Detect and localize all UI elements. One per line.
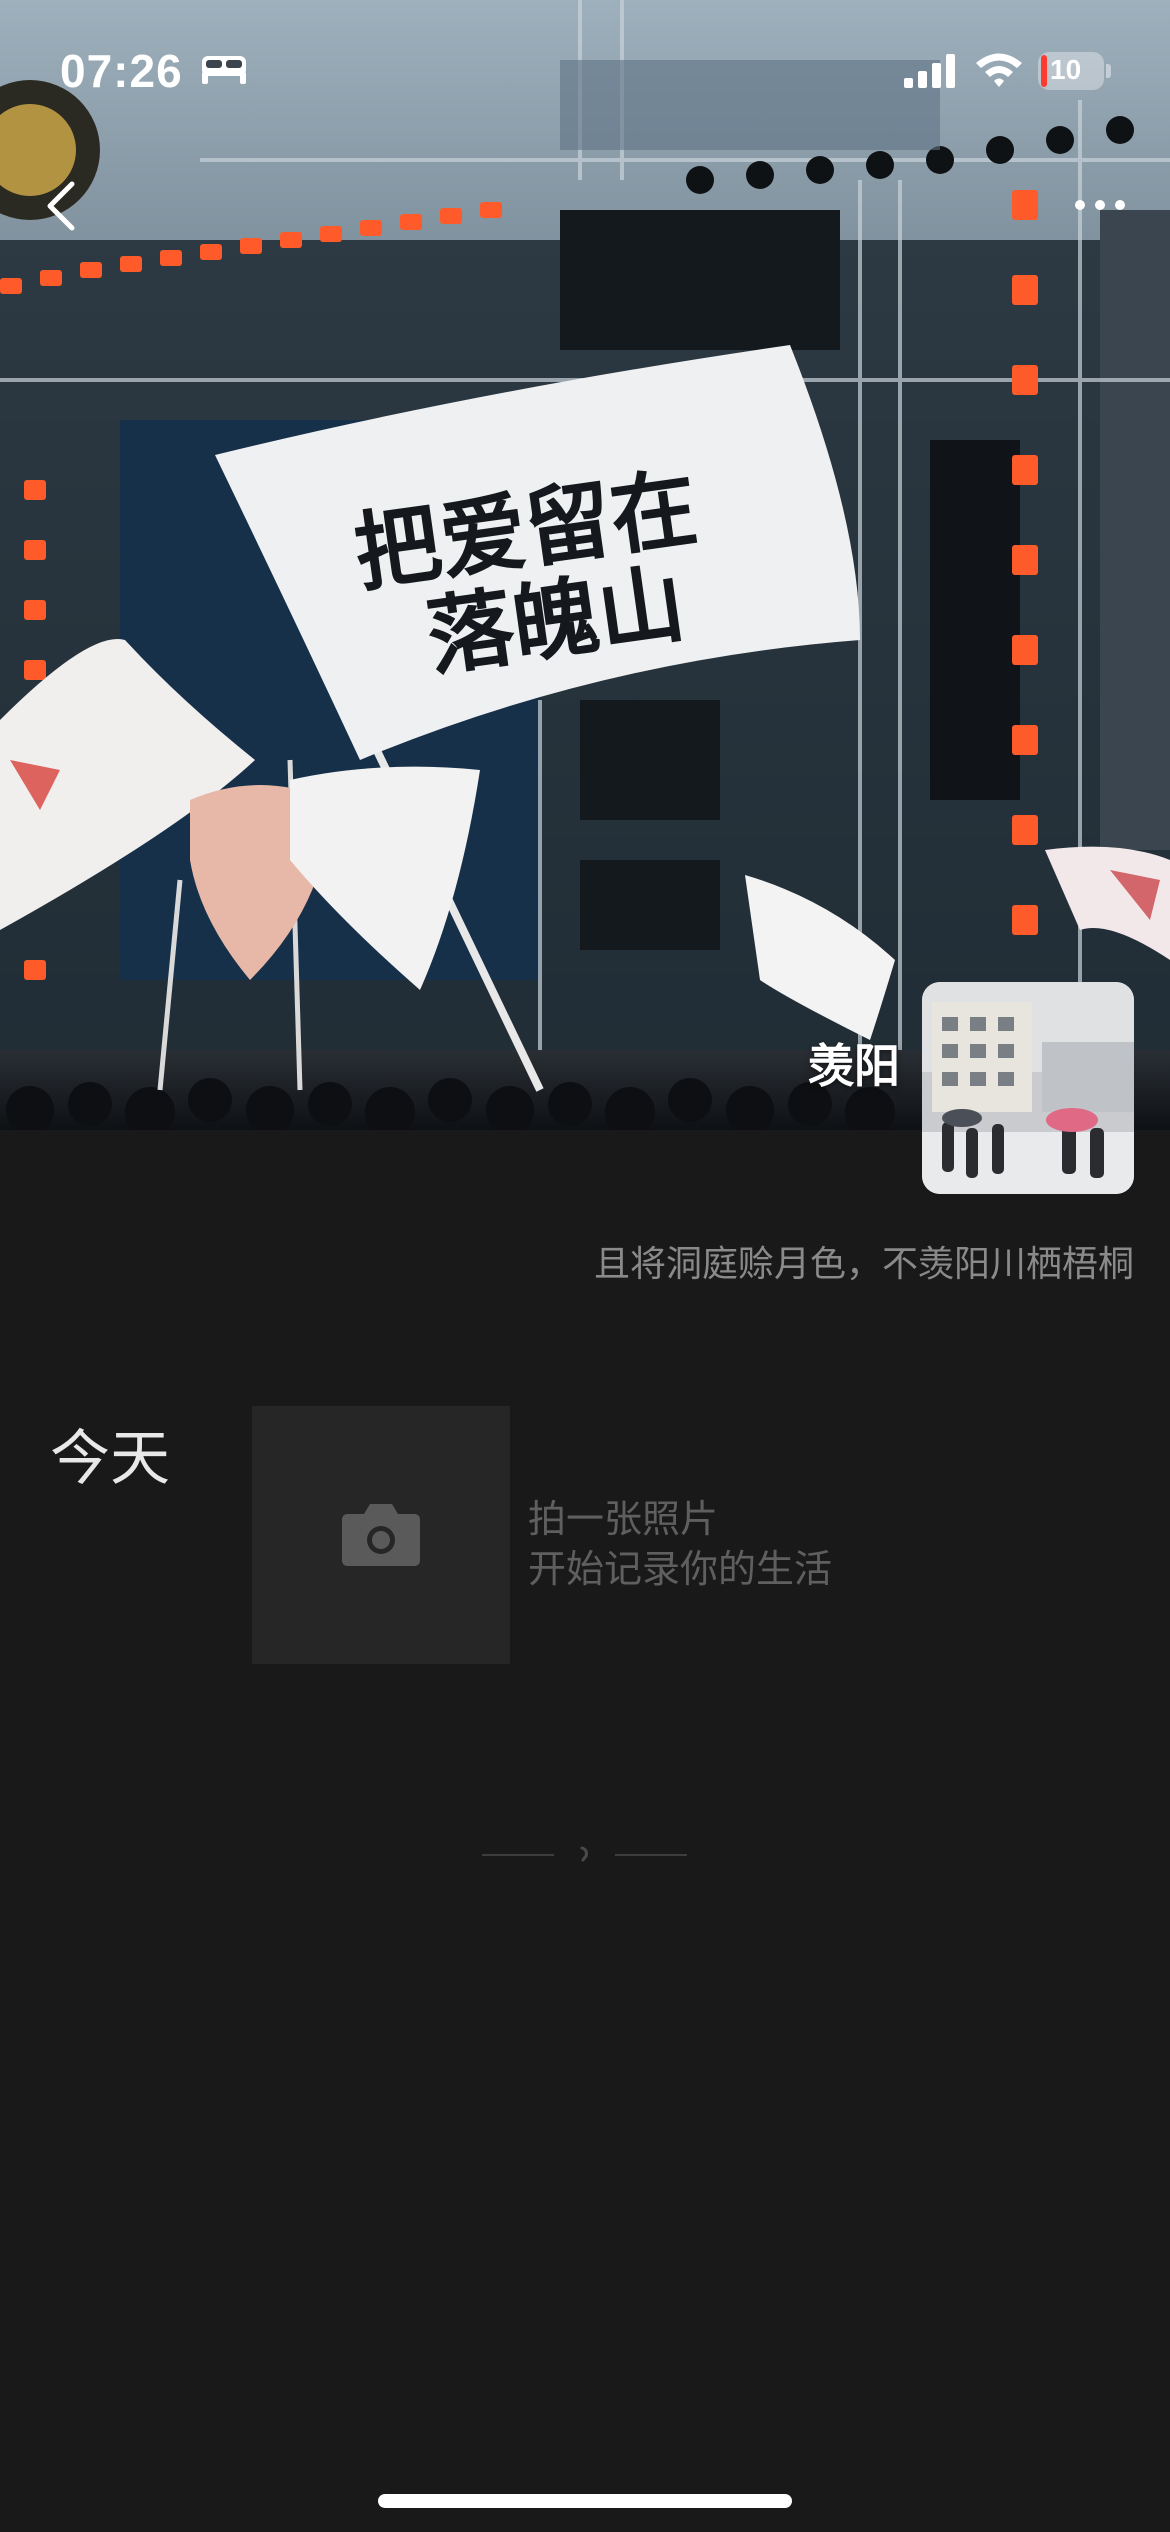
status-time: 07:26 [60, 45, 183, 97]
wifi-icon [974, 50, 1024, 92]
avatar-image [922, 982, 1134, 1194]
battery-level: 10 [1050, 54, 1082, 85]
cover-photo-illustration: 把爱留在 落魄山 [0, 0, 1170, 1130]
status-bar: 07:26 10 [0, 0, 1170, 150]
avatar[interactable] [922, 982, 1134, 1194]
post-photo-button[interactable] [252, 1406, 510, 1664]
empty-prompt-line1: 拍一张照片 [528, 1497, 719, 1541]
signal-icon [904, 54, 958, 92]
cover-photo[interactable]: 把爱留在 落魄山 [0, 0, 1170, 1130]
end-divider-right [615, 1854, 687, 1856]
empty-prompt-line2: 开始记录你的生活 [528, 1547, 833, 1591]
end-divider-left [482, 1854, 554, 1856]
moments-profile-screen: 把爱留在 落魄山 07:26 10 羡阳 且将洞庭赊月色，不羡阳川栖梧桐 今天 … [0, 0, 1170, 2532]
back-button[interactable] [36, 170, 96, 242]
battery-cap [1106, 64, 1111, 78]
battery-icon: 10 [1038, 52, 1104, 90]
bed-icon [200, 52, 248, 92]
profile-name[interactable]: 羡阳 [808, 1030, 900, 1096]
profile-signature: 且将洞庭赊月色，不羡阳川栖梧桐 [593, 1244, 1134, 1285]
chevron-left-icon [47, 181, 75, 231]
home-indicator[interactable] [378, 2494, 792, 2508]
camera-icon [342, 1504, 420, 1566]
date-label-today: 今天 [50, 1424, 170, 1494]
more-button[interactable] [1050, 180, 1140, 230]
more-dots-icon [1075, 200, 1125, 210]
end-marker-icon [580, 1846, 588, 1862]
